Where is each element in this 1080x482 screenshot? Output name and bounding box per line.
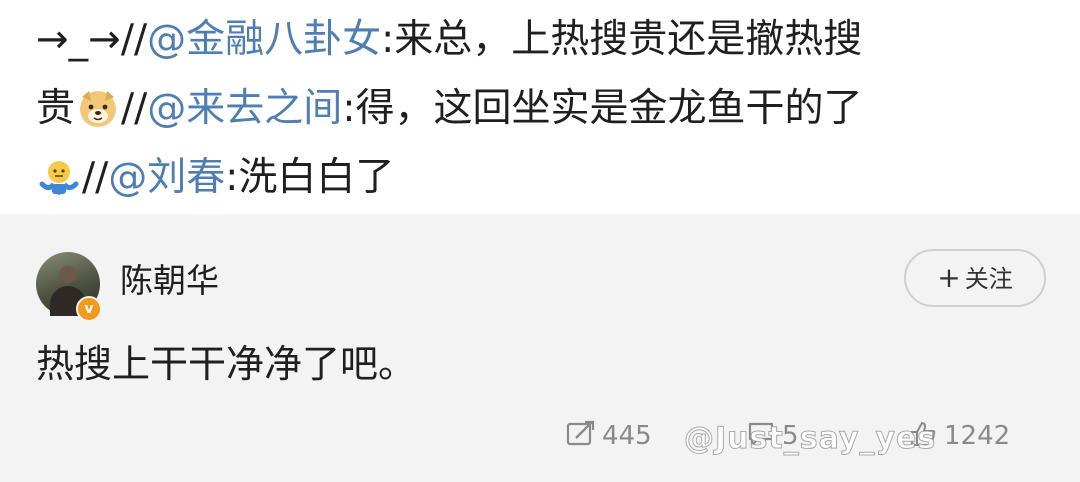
repost-line-2: 贵 //@来去之间:得，这回坐实是金龙鱼干的了 (36, 84, 862, 134)
separator: // (121, 86, 148, 131)
follow-label: 关注 (964, 265, 1013, 293)
verified-badge-icon: v (76, 296, 102, 322)
arrow-prefix: →_→// (36, 17, 148, 62)
repost-stat[interactable]: 445 (566, 418, 652, 454)
repost-icon (566, 420, 595, 446)
separator: // (82, 155, 109, 200)
mention-link[interactable]: @刘春 (108, 155, 225, 200)
repost-line-1: →_→//@金融八卦女:来总，上热搜贵还是撤热搜 (36, 15, 862, 65)
mention-link[interactable]: @金融八卦女 (147, 17, 381, 62)
follow-button[interactable]: + 关注 (904, 249, 1046, 307)
repost-text: :洗白白了 (225, 155, 395, 200)
like-count: 1242 (944, 421, 1011, 451)
shrug-emoji-icon (38, 156, 80, 198)
repost-text: :来总，上热搜贵还是撤热搜 (381, 17, 863, 62)
comment-text: 热搜上干干净净了吧。 (36, 342, 417, 386)
repost-chain: →_→//@金融八卦女:来总，上热搜贵还是撤热搜 贵 //@来去之间:得，这回坐… (0, 0, 1080, 214)
mention-link[interactable]: @来去之间 (147, 86, 342, 131)
plus-icon: + (937, 261, 961, 294)
repost-text: 贵 (36, 86, 76, 131)
username[interactable]: 陈朝华 (120, 260, 219, 302)
doge-emoji-icon (77, 87, 119, 129)
repost-line-3: //@刘春:洗白白了 (36, 153, 394, 203)
watermark: @Just_say_yes (683, 421, 937, 457)
repost-text: :得，这回坐实是金龙鱼干的了 (342, 86, 863, 131)
repost-count: 445 (602, 421, 652, 451)
